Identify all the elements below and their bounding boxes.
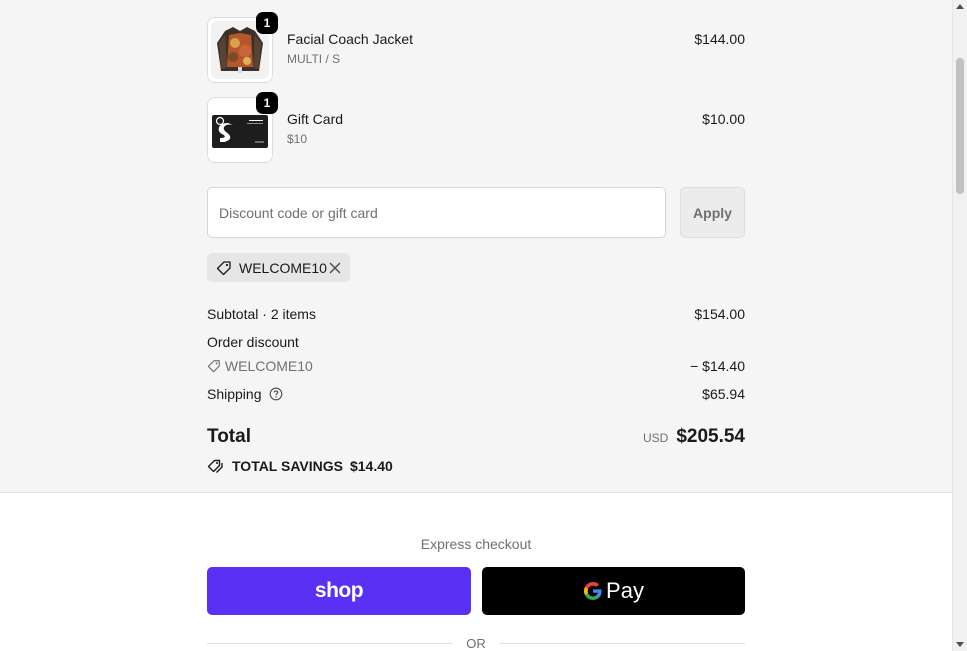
order-discount-code: WELCOME10: [224, 358, 313, 374]
applied-code-label: WELCOME10: [239, 259, 327, 276]
scroll-down-arrow-icon[interactable]: [956, 642, 964, 647]
quantity-badge: 1: [256, 92, 278, 114]
tag-icon: [207, 360, 220, 373]
help-circle-icon[interactable]: [269, 387, 283, 401]
subtotal-label: Subtotal · 2 items: [207, 306, 316, 322]
item-price: $10.00: [702, 111, 745, 127]
quantity-badge: 1: [256, 12, 278, 34]
discount-code-input[interactable]: [207, 187, 666, 238]
apply-discount-button[interactable]: Apply: [680, 187, 745, 238]
scroll-up-arrow-icon[interactable]: [956, 4, 964, 9]
savings-tags-icon: [207, 459, 223, 473]
shipping-row: Shipping $65.94: [207, 386, 745, 402]
product-thumbnail: 1: [207, 92, 278, 163]
product-thumbnail: 1: [207, 12, 278, 83]
subtotal-row: Subtotal · 2 items $154.00: [207, 306, 745, 322]
shop-pay-logo: shop: [314, 579, 364, 602]
savings-label: TOTAL SAVINGS: [232, 458, 343, 474]
total-currency: USD: [642, 431, 669, 445]
order-discount-code-row: WELCOME10 − $14.40: [207, 358, 745, 374]
close-icon[interactable]: [329, 262, 341, 274]
item-price: $144.00: [694, 31, 745, 47]
google-pay-label: Pay: [606, 578, 644, 603]
divider-line: [499, 643, 745, 644]
item-name: Facial Coach Jacket: [287, 31, 414, 47]
line-item: 1 Facial Coach Jacket MULTI / S $144.00: [207, 12, 745, 83]
express-checkout-section: Express checkout shop Pay OR: [0, 494, 952, 651]
order-summary: 1 Facial Coach Jacket MULTI / S $144.00 …: [0, 0, 952, 493]
order-discount-row: Order discount: [207, 334, 745, 350]
google-pay-button[interactable]: Pay: [482, 567, 745, 615]
applied-discount-chip: WELCOME10: [207, 253, 350, 282]
shipping-value: $65.94: [702, 386, 745, 402]
total-value: $205.54: [676, 426, 745, 447]
page-scrollbar[interactable]: [952, 0, 967, 651]
or-divider: OR: [207, 636, 745, 651]
subtotal-value: $154.00: [694, 306, 745, 322]
google-g-icon: [584, 582, 602, 600]
item-variant: $10: [287, 132, 308, 146]
tag-icon: [216, 260, 231, 275]
order-discount-value: − $14.40: [690, 358, 745, 374]
express-checkout-title: Express checkout: [420, 536, 532, 552]
order-discount-label: Order discount: [207, 334, 299, 350]
line-item: 1 Gift Card $10 $10.00: [207, 92, 745, 163]
total-savings: TOTAL SAVINGS $14.40: [207, 458, 393, 474]
savings-value: $14.40: [349, 458, 393, 474]
item-variant: MULTI / S: [287, 52, 341, 66]
shop-pay-button[interactable]: shop: [207, 567, 471, 615]
item-name: Gift Card: [287, 111, 344, 127]
scrollbar-thumb[interactable]: [956, 58, 964, 194]
total-value-group: USD $205.54: [643, 426, 745, 448]
total-label: Total: [207, 426, 251, 447]
shipping-label: Shipping: [207, 386, 262, 402]
